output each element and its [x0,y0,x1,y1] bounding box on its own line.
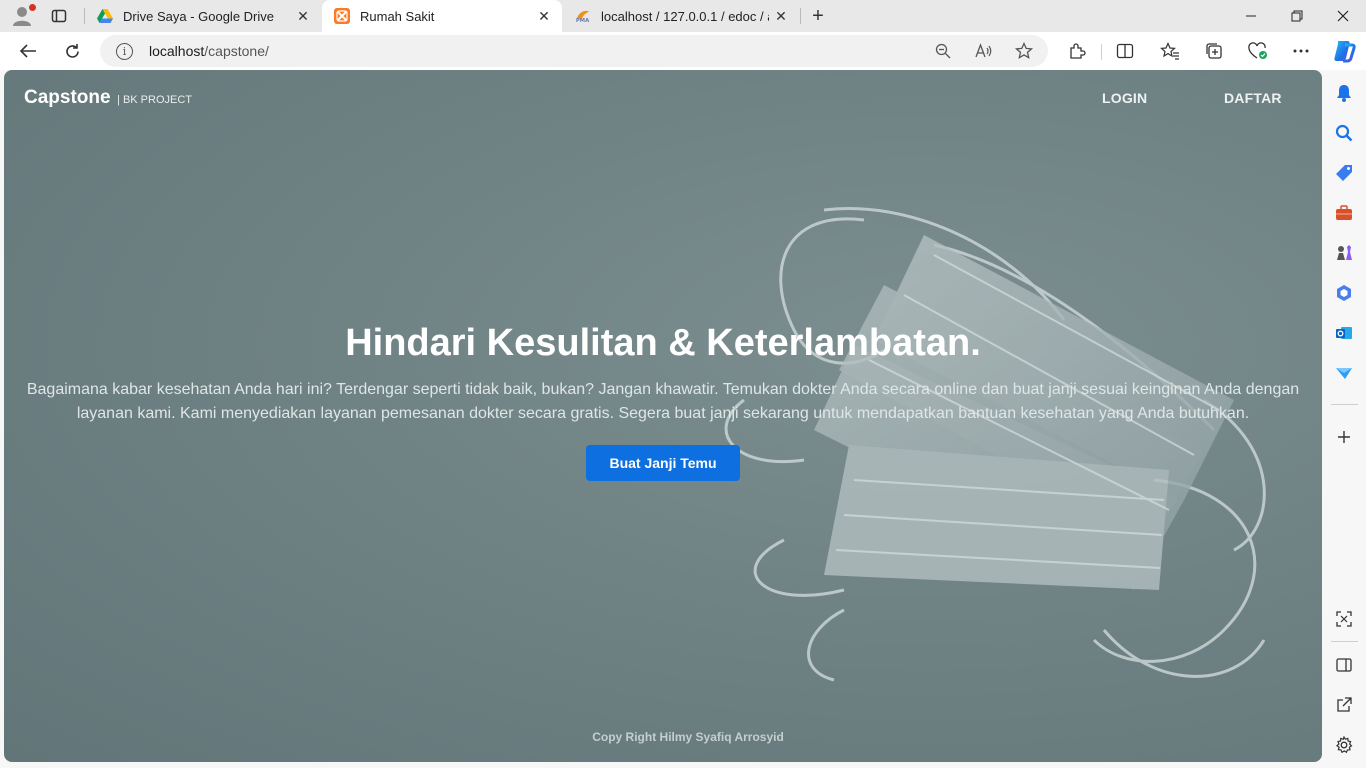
minimize-icon[interactable] [1228,0,1274,32]
games-chess-icon[interactable] [1333,242,1355,264]
tab-actions-icon[interactable] [48,6,70,26]
toolbar-separator [1101,44,1102,60]
tab-google-drive[interactable]: Drive Saya - Google Drive ✕ [85,0,321,32]
hero-description: Bagaimana kabar kesehatan Anda hari ini?… [26,381,1300,422]
collections-icon[interactable] [1203,40,1225,62]
edge-sidebar [1323,70,1366,768]
split-screen-icon[interactable] [1114,40,1136,62]
tab-title: Rumah Sakit [360,8,435,24]
tab-title: Drive Saya - Google Drive [123,8,274,24]
restore-icon[interactable] [1274,0,1320,32]
sidebar-layout-icon[interactable] [1333,654,1355,676]
outlook-icon[interactable] [1333,322,1355,344]
extensions-icon[interactable] [1066,40,1088,62]
drop-send-icon[interactable] [1333,362,1355,384]
copilot-icon[interactable] [1332,39,1356,63]
xampp-icon [334,8,350,24]
close-window-icon[interactable] [1320,0,1366,32]
footer-copyright: Copy Right Hilmy Syafiq Arrosyid [592,730,784,744]
phpmyadmin-icon: PMA [575,8,591,24]
tools-briefcase-icon[interactable] [1333,202,1355,224]
address-bar[interactable]: i localhost/capstone/ [100,35,1048,67]
brand-logo[interactable]: Capstone | BK PROJECT [24,87,192,109]
favorite-star-icon[interactable] [1014,41,1034,61]
brand-name: Capstone [24,87,111,108]
browser-toolbar: i localhost/capstone/ [0,32,1366,70]
site-info-icon[interactable]: i [116,43,133,60]
page-viewport: Capstone | BK PROJECT LOGIN DAFTAR Hinda… [4,70,1322,762]
window-bottom-edge [0,762,1366,768]
close-tab-icon[interactable]: ✕ [291,4,315,28]
settings-gear-icon[interactable] [1333,734,1355,756]
favorites-icon[interactable] [1159,40,1181,62]
site-navbar: Capstone | BK PROJECT LOGIN DAFTAR [4,70,1322,130]
login-link[interactable]: LOGIN [1102,90,1147,106]
microsoft-365-icon[interactable] [1333,282,1355,304]
tab-rumah-sakit[interactable]: Rumah Sakit ✕ [322,0,562,32]
svg-text:PMA: PMA [576,18,590,23]
url-path: /capstone/ [204,43,269,59]
back-arrow-icon[interactable] [13,36,43,66]
add-sidebar-app-icon[interactable] [1333,426,1355,448]
tab-separator [800,8,801,24]
url-host: localhost [149,43,205,59]
screenshot-icon[interactable] [1333,608,1355,630]
hero-title: Hindari Kesulitan & Keterlambatan. [345,322,981,364]
more-menu-icon[interactable] [1290,40,1312,62]
close-tab-icon[interactable]: ✕ [769,4,793,28]
notification-bell-icon[interactable] [1333,82,1355,104]
browser-essentials-icon[interactable] [1247,40,1269,62]
notification-dot [29,4,36,11]
sidebar-separator [1331,641,1358,642]
search-icon[interactable] [1333,122,1355,144]
close-tab-icon[interactable]: ✕ [532,4,556,28]
make-appointment-button[interactable]: Buat Janji Temu [586,445,740,481]
url-text[interactable]: localhost/capstone/ [149,43,269,59]
new-tab-button[interactable]: + [806,4,830,28]
register-link[interactable]: DAFTAR [1224,90,1282,106]
brand-subtitle: | BK PROJECT [117,94,193,106]
browser-tab-strip: Drive Saya - Google Drive ✕ Rumah Sakit … [0,0,1366,32]
tab-title: localhost / 127.0.0.1 / edoc / adm [601,8,769,24]
zoom-out-icon[interactable] [933,41,953,61]
refresh-icon[interactable] [57,36,87,66]
sidebar-separator [1331,404,1358,405]
google-drive-icon [97,8,113,24]
open-external-icon[interactable] [1333,694,1355,716]
shopping-tag-icon[interactable] [1333,162,1355,184]
read-aloud-icon[interactable] [974,41,994,61]
tab-phpmyadmin[interactable]: PMA localhost / 127.0.0.1 / edoc / adm ✕ [563,0,799,32]
